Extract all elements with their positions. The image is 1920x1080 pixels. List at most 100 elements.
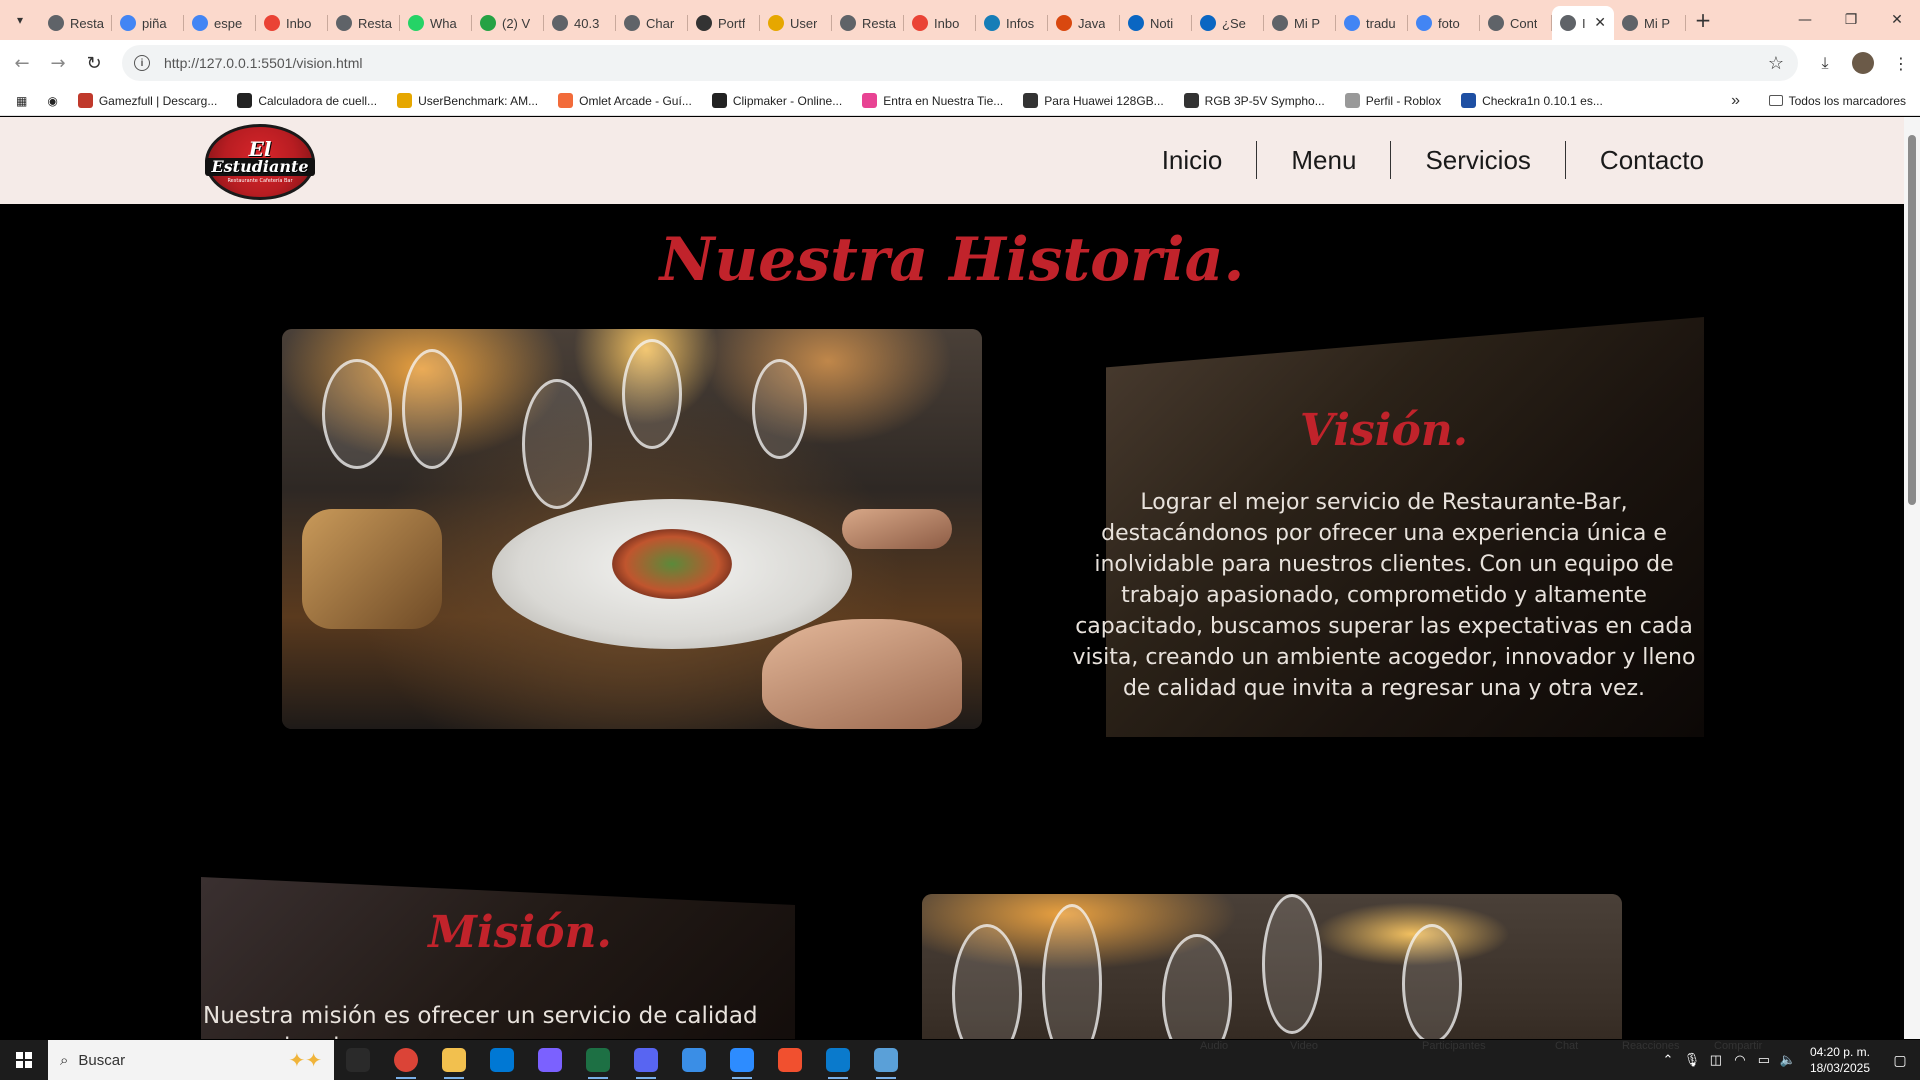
bookmark-favicon-icon <box>1461 93 1477 108</box>
site-info-icon[interactable]: i <box>134 55 150 71</box>
bookmark-item[interactable]: RGB 3P-5V Sympho... <box>1174 93 1335 108</box>
browser-tab[interactable]: I ✕ <box>1552 6 1614 40</box>
all-bookmarks-label: Todos los marcadores <box>1788 93 1906 108</box>
download-icon[interactable]: ⤓ <box>1806 53 1844 73</box>
tabs: Resta piña espe Inbo Resta Wha (2) V 40.3 Char Po… <box>40 0 1686 40</box>
bookmark-item[interactable]: Para Huawei 128GB... <box>1013 93 1173 108</box>
bookmark-favicon-icon <box>1023 93 1039 108</box>
app-icon <box>682 1048 706 1072</box>
taskbar-app-git[interactable] <box>766 1040 814 1080</box>
browser-tab[interactable]: Mi P <box>1264 6 1336 40</box>
browser-tab[interactable]: piña <box>112 6 184 40</box>
taskbar-app-excel[interactable] <box>574 1040 622 1080</box>
vision-card: Visión. Lograr el mejor servicio de Rest… <box>1064 317 1704 737</box>
taskbar-app-microsoft-store[interactable] <box>478 1040 526 1080</box>
minimize-icon[interactable]: — <box>1782 0 1828 40</box>
bookmark-item[interactable]: Perfil - Roblox <box>1335 93 1451 108</box>
taskbar-apps <box>334 1040 910 1080</box>
browser-tab[interactable]: Wha <box>400 6 472 40</box>
browser-tab[interactable]: Portf <box>688 6 760 40</box>
browser-tab[interactable]: User <box>760 6 832 40</box>
bookmark-item[interactable]: Clipmaker - Online... <box>702 93 852 108</box>
globe-icon <box>624 15 640 31</box>
browser-tab[interactable]: (2) V <box>472 6 544 40</box>
browser-tab[interactable]: ¿Se <box>1192 6 1264 40</box>
nav-servicios[interactable]: Servicios <box>1391 141 1566 179</box>
taskbar-search[interactable]: ⌕ Buscar ✦✦ <box>48 1040 334 1080</box>
browser-tab[interactable]: Cont <box>1480 6 1552 40</box>
restore-icon[interactable]: ❐ <box>1828 0 1874 40</box>
browser-tab[interactable]: Resta <box>40 6 112 40</box>
taskbar-app-vscode[interactable] <box>814 1040 862 1080</box>
bookmark-favicon-icon <box>1344 93 1360 108</box>
tab-title: Char <box>646 15 675 31</box>
taskbar-app-discord[interactable] <box>622 1040 670 1080</box>
page-scrollbar[interactable] <box>1904 117 1920 1039</box>
tab-title: Wha <box>430 15 457 31</box>
bookmark-item[interactable]: Entra en Nuestra Tie... <box>852 93 1013 108</box>
address-bar[interactable]: i http://127.0.0.1:5501/vision.html ☆ <box>122 45 1798 81</box>
browser-tab[interactable]: Mi P <box>1614 6 1686 40</box>
all-bookmarks[interactable]: Todos los marcadores <box>1768 93 1906 108</box>
browser-tab[interactable]: foto <box>1408 6 1480 40</box>
browser-tab[interactable]: Char <box>616 6 688 40</box>
windows-logo-icon <box>16 1052 32 1068</box>
globe-bookmark-icon[interactable]: ◉ <box>37 94 67 108</box>
clock[interactable]: 04:20 p. m. 18/03/2025 <box>1800 1044 1880 1076</box>
back-icon[interactable]: ← <box>4 45 40 81</box>
menu-icon[interactable]: ⋮ <box>1882 54 1920 73</box>
battery-icon[interactable]: ▭ <box>1752 1052 1776 1068</box>
bookmark-star-icon[interactable]: ☆ <box>1768 53 1784 74</box>
wifi-icon[interactable]: ◠ <box>1728 1052 1752 1068</box>
taskbar-app-chrome[interactable] <box>382 1040 430 1080</box>
browser-tab[interactable]: espe <box>184 6 256 40</box>
tab-title: Resta <box>358 15 392 31</box>
camera-icon[interactable]: ◫ <box>1704 1052 1728 1068</box>
restaurant-logo[interactable]: El Estudiante Restaurante Cafetería Bar <box>205 124 315 200</box>
nav-menu[interactable]: Menu <box>1257 141 1392 179</box>
tray-chevron-icon[interactable]: ⌃ <box>1656 1052 1680 1068</box>
microphone-icon[interactable]: 🎙 <box>1680 1052 1704 1068</box>
reload-icon[interactable]: ↻ <box>76 45 112 81</box>
close-window-icon[interactable]: ✕ <box>1874 0 1920 40</box>
globe-icon <box>48 15 64 31</box>
google-icon <box>192 15 208 31</box>
browser-tab[interactable]: Resta <box>832 6 904 40</box>
forward-icon[interactable]: → <box>40 45 76 81</box>
toolbar-actions: ⤓ ⋮ <box>1806 40 1920 86</box>
bookmark-favicon-icon <box>862 93 878 108</box>
bookmark-item[interactable]: Calculadora de cuell... <box>227 93 387 108</box>
bookmark-item[interactable]: Omlet Arcade - Guí... <box>548 93 702 108</box>
nav-contacto[interactable]: Contacto <box>1566 141 1704 179</box>
apps-grid-icon[interactable]: ▦ <box>0 94 37 108</box>
browser-tab[interactable]: Noti <box>1120 6 1192 40</box>
notifications-icon[interactable]: ▢ <box>1880 1052 1920 1069</box>
browser-tab[interactable]: Resta <box>328 6 400 40</box>
browser-tab[interactable]: Inbo <box>256 6 328 40</box>
new-tab-button[interactable]: + <box>1686 8 1720 32</box>
more-bookmarks-icon[interactable]: » <box>1731 92 1740 110</box>
bookmark-item[interactable]: UserBenchmark: AM... <box>387 93 548 108</box>
zoom-icon <box>730 1048 754 1072</box>
taskbar-app-app[interactable] <box>670 1040 718 1080</box>
bookmark-item[interactable]: Checkra1n 0.10.1 es... <box>1451 93 1613 108</box>
scrollbar-thumb[interactable] <box>1908 135 1916 505</box>
browser-tab[interactable]: Infos <box>976 6 1048 40</box>
browser-tab[interactable]: Java <box>1048 6 1120 40</box>
close-tab-icon[interactable]: ✕ <box>1594 15 1606 31</box>
tab-search-chevron-icon[interactable]: ▾ <box>0 0 40 40</box>
start-button[interactable] <box>0 1040 48 1080</box>
volume-icon[interactable]: 🔈 <box>1776 1052 1800 1068</box>
taskbar-app-task-view[interactable] <box>334 1040 382 1080</box>
browser-tab[interactable]: tradu <box>1336 6 1408 40</box>
nav-inicio[interactable]: Inicio <box>1128 141 1258 179</box>
taskbar-app-file-explorer[interactable] <box>430 1040 478 1080</box>
taskbar-app-copilot[interactable] <box>526 1040 574 1080</box>
taskbar-app-zoom[interactable] <box>718 1040 766 1080</box>
globe-icon <box>1488 15 1504 31</box>
taskbar-app-paint[interactable] <box>862 1040 910 1080</box>
browser-tab[interactable]: Inbo <box>904 6 976 40</box>
profile-avatar[interactable] <box>1844 52 1882 74</box>
bookmark-item[interactable]: Gamezfull | Descarg... <box>68 93 228 108</box>
browser-tab[interactable]: 40.3 <box>544 6 616 40</box>
